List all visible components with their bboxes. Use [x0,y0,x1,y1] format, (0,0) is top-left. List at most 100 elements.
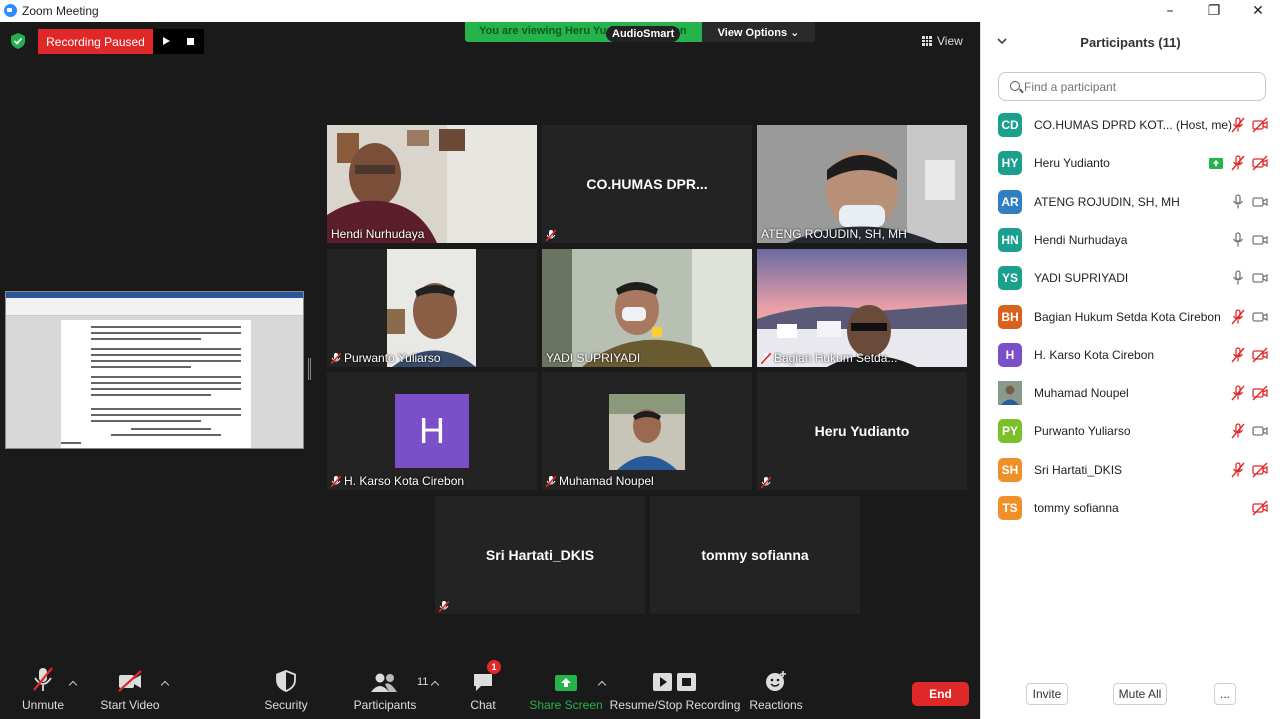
participant-row[interactable]: HN Hendi Nurhudaya [998,225,1268,253]
participant-name: YADI SUPRIYADI [1034,271,1129,285]
maximize-button[interactable]: ❐ [1192,0,1236,22]
participant-row[interactable]: PY Purwanto Yuliarso [998,416,1268,444]
title-bar: Zoom Meeting – ❐ ✕ [0,0,1280,22]
participant-search-input[interactable] [998,72,1266,101]
video-icon[interactable] [1252,423,1268,439]
video-area: You are viewing Heru Yudianto's screen V… [0,22,980,719]
participant-avatar: BH [998,305,1022,329]
video-tile-hendi[interactable]: Hendi Nurhudaya [327,125,537,243]
chat-button[interactable]: 1 Chat [468,660,501,719]
recording-controls [153,29,204,54]
video-tile-heru[interactable]: Heru Yudianto [757,372,967,490]
shared-screen-thumbnail[interactable] [5,291,304,449]
video-off-icon[interactable] [1252,347,1268,363]
video-tile-bagian-hukum[interactable]: Bagian Hukum Setda... [757,249,967,367]
participant-row[interactable]: Muhamad Noupel [998,378,1268,406]
video-off-icon[interactable] [1252,462,1268,478]
resize-handle[interactable] [308,358,311,380]
video-icon[interactable] [1252,232,1268,248]
mic-icon[interactable] [1230,270,1246,286]
mic-muted-icon [33,667,53,691]
resume-recording-icon[interactable] [163,37,170,45]
participant-name: Sri Hartati_DKIS [485,547,595,563]
participant-row[interactable]: HY Heru Yudianto [998,148,1268,176]
view-options-button[interactable]: View Options ⌄ [702,22,815,42]
video-tile-yadi[interactable]: YADI SUPRIYADI [542,249,752,367]
participants-count: 11 [417,676,429,688]
video-tile-sri-hartati[interactable]: Sri Hartati_DKIS [435,496,645,614]
participant-row[interactable]: H H. Karso Kota Cirebon [998,340,1268,368]
video-tile-cohumas[interactable]: CO.HUMAS DPR... [542,125,752,243]
mic-muted-icon[interactable] [1230,117,1246,133]
more-options-button[interactable]: ... [1214,683,1236,705]
security-button[interactable]: Security [262,662,310,719]
chat-icon [474,674,492,691]
mic-muted-icon [546,230,556,241]
participant-name: tommy sofianna [701,547,809,563]
participant-avatar: AR [998,190,1022,214]
minimize-button[interactable]: – [1148,0,1192,22]
close-button[interactable]: ✕ [1236,0,1280,22]
mute-all-button[interactable]: Mute All [1113,683,1167,705]
video-off-icon[interactable] [1252,117,1268,133]
participant-avatar: H [395,394,469,468]
video-options-caret[interactable] [161,680,169,688]
mic-muted-icon[interactable] [1230,155,1246,171]
video-icon[interactable] [1252,309,1268,325]
video-tile-noupel[interactable]: Muhamad Noupel [542,372,752,490]
participant-avatar: HY [998,151,1022,175]
video-off-icon[interactable] [1252,155,1268,171]
participant-name: Heru Yudianto [814,423,910,439]
document-page [61,320,251,448]
video-tile-ateng[interactable]: ATENG ROJUDIN, SH, MH [757,125,967,243]
participants-button[interactable]: 11 Participants [353,662,428,719]
video-off-icon[interactable] [1252,385,1268,401]
participant-name-label: Muhamad Noupel [546,474,654,488]
mic-muted-icon[interactable] [1230,423,1246,439]
participants-label: Participants [353,698,417,712]
resume-stop-recording-button[interactable]: Resume/Stop Recording [610,662,740,719]
start-video-button[interactable]: Start Video [100,662,160,719]
invite-button[interactable]: Invite [1026,683,1068,705]
mic-icon[interactable] [1230,194,1246,210]
share-options-caret[interactable] [598,680,606,688]
unmute-button[interactable]: Unmute [18,662,68,719]
participant-row[interactable]: SH Sri Hartati_DKIS [998,455,1268,483]
participant-avatar: PY [998,419,1022,443]
participants-options-caret[interactable] [431,680,439,688]
video-tile-purwanto[interactable]: Purwanto Yuliarso [327,249,537,367]
video-icon[interactable] [1252,194,1268,210]
view-button[interactable]: View [922,31,963,51]
participant-row[interactable]: TS tommy sofianna [998,493,1268,521]
participant-row[interactable]: AR ATENG ROJUDIN, SH, MH [998,187,1268,215]
share-screen-button[interactable]: Share Screen [529,662,603,719]
audio-options-caret[interactable] [69,680,77,688]
end-meeting-button[interactable]: End [912,682,969,706]
mic-muted-icon[interactable] [1230,347,1246,363]
encryption-shield-icon[interactable] [11,33,25,49]
audiosmart-badge: AudioSmart [606,26,681,42]
video-tile-karso[interactable]: H H. Karso Kota Cirebon [327,372,537,490]
start-video-label: Start Video [100,698,160,712]
video-icon[interactable] [1252,270,1268,286]
participant-status-icons [1230,269,1268,287]
participant-row[interactable]: YS YADI SUPRIYADI [998,263,1268,291]
mic-muted-icon[interactable] [1230,385,1246,401]
participant-row[interactable]: BH Bagian Hukum Setda Kota Cirebon [998,302,1268,330]
document-ribbon [6,292,303,316]
participant-row[interactable]: CD CO.HUMAS DPRD KOT... (Host, me) [998,110,1268,138]
video-feed [327,125,537,243]
stop-recording-icon[interactable] [187,38,194,45]
video-off-icon[interactable] [1252,500,1268,516]
grid-icon [922,36,932,46]
screen-sharing-icon [1208,155,1224,171]
participant-name: Hendi Nurhudaya [1034,233,1128,247]
video-tile-tommy[interactable]: tommy sofianna [650,496,860,614]
mic-muted-icon[interactable] [1230,309,1246,325]
reactions-button[interactable]: Reactions [749,662,803,719]
participant-status-icons [1230,346,1268,364]
participant-status-icons [1230,422,1268,440]
mic-icon[interactable] [1230,232,1246,248]
panel-title: Participants (11) [1080,35,1181,50]
mic-muted-icon[interactable] [1230,462,1246,478]
